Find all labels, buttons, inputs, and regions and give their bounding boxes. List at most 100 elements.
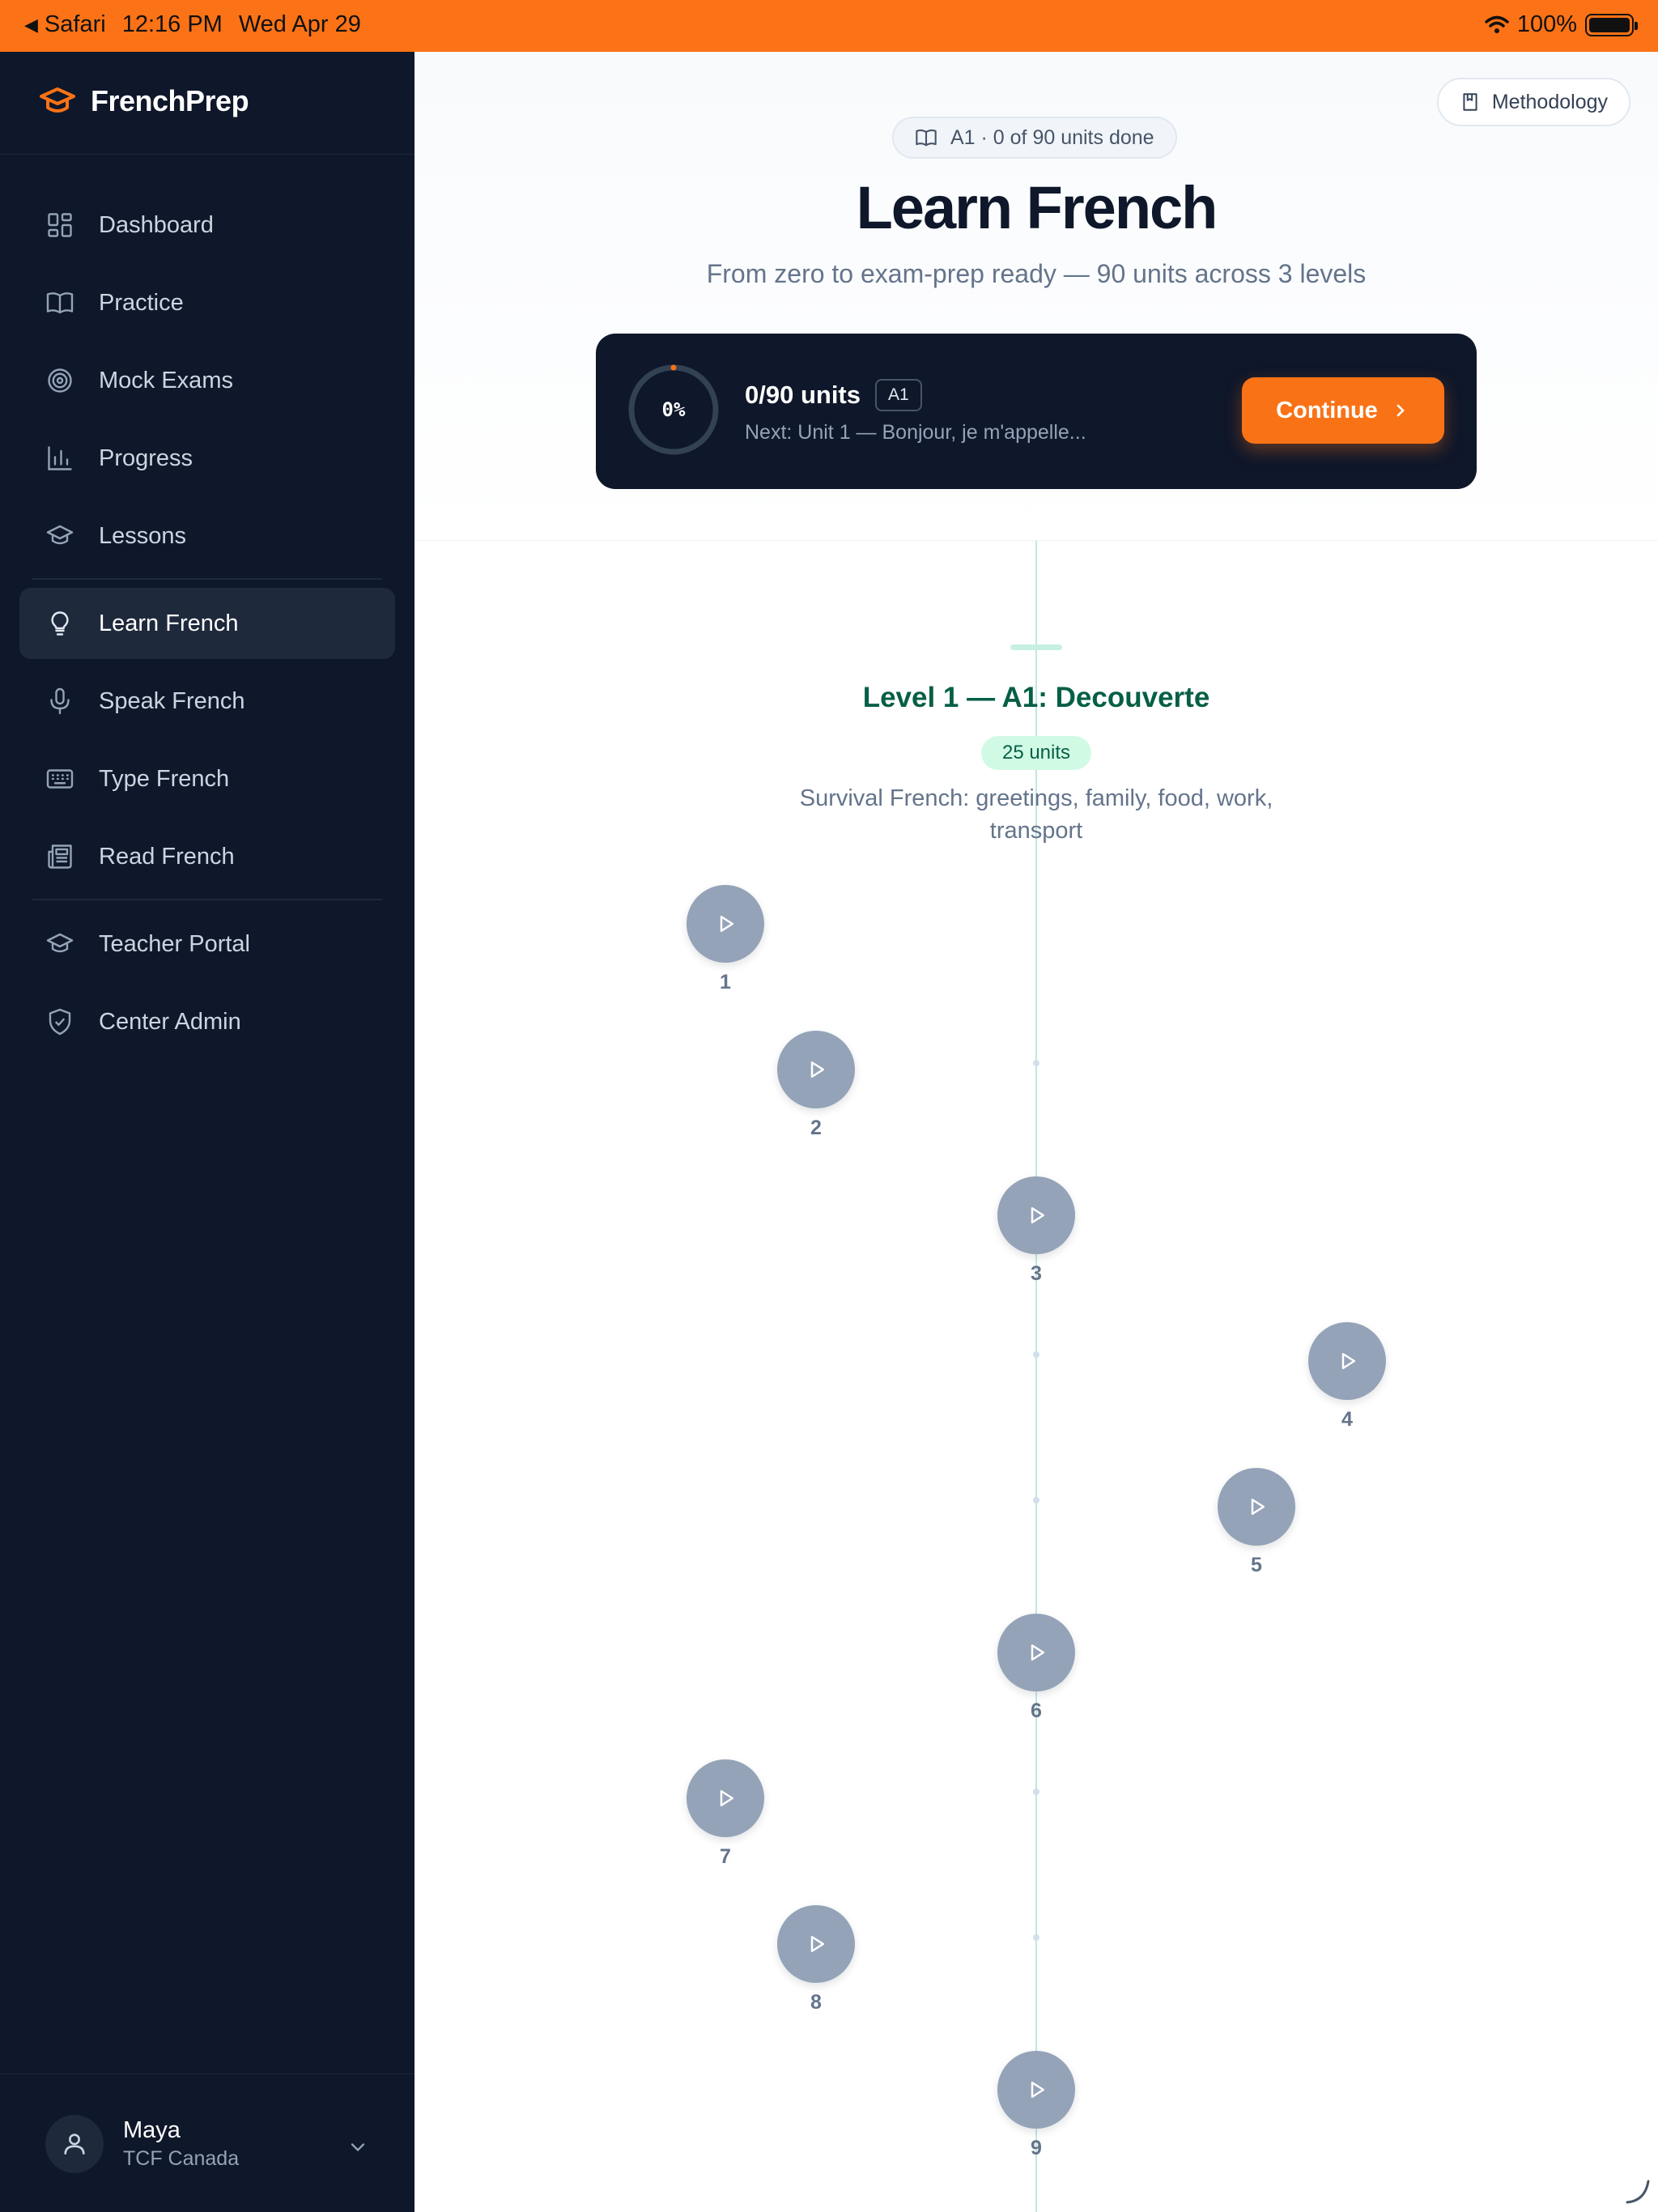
progress-percent: 0% [661, 398, 686, 421]
book-open-icon [46, 292, 74, 314]
play-icon [1251, 1499, 1265, 1515]
unit-number: 6 [1031, 1699, 1042, 1722]
sidebar-item-learn-french[interactable]: Learn French [19, 588, 395, 659]
unit-number: 8 [810, 1991, 822, 2014]
play-icon [1031, 2082, 1044, 2098]
play-icon [1341, 1353, 1355, 1369]
clock: 12:16 PM [121, 11, 223, 37]
sidebar-item-label: Read French [99, 843, 235, 870]
sidebar-item-dashboard[interactable]: Dashboard [19, 189, 395, 261]
unit-node[interactable] [687, 1759, 764, 1837]
back-app-label[interactable]: Safari [45, 11, 106, 38]
sidebar-item-lessons[interactable]: Lessons [19, 500, 395, 572]
bar-chart-icon [48, 446, 72, 470]
path-dot [1033, 1934, 1039, 1941]
graduation-cap-icon [46, 525, 74, 545]
chevron-right-icon [1397, 404, 1405, 417]
sidebar-item-practice[interactable]: Practice [19, 267, 395, 338]
sidebar-item-progress[interactable]: Progress [19, 423, 395, 494]
unit-node[interactable] [1308, 1322, 1386, 1400]
page-title: Learn French [856, 174, 1218, 241]
sidebar-item-label: Speak French [99, 687, 245, 714]
wifi-icon [1485, 15, 1509, 33]
continue-button[interactable]: Continue [1242, 377, 1444, 444]
sidebar-item-mock-exams[interactable]: Mock Exams [19, 345, 395, 416]
unit-number: 4 [1341, 1408, 1353, 1431]
lightbulb-icon [51, 611, 69, 636]
status-bar: ◀ Safari 12:16 PM Wed Apr 29 100% [0, 0, 1658, 52]
play-icon [1031, 1207, 1044, 1223]
graduation-cap-logo-icon [40, 87, 75, 113]
sidebar-item-label: Learn French [99, 610, 239, 636]
shield-check-icon [49, 1008, 71, 1036]
play-icon [810, 1936, 824, 1952]
unit-number: 3 [1031, 1262, 1042, 1285]
level-units-badge: 25 units [981, 736, 1091, 770]
nav-divider [32, 578, 382, 580]
sidebar-item-label: Progress [99, 445, 193, 471]
divider [0, 154, 414, 155]
unit-node[interactable] [997, 1614, 1075, 1691]
avatar[interactable] [45, 2115, 104, 2173]
level-title: Level 1 — A1: Decouverte [862, 682, 1210, 713]
chevron-down-icon[interactable] [346, 2136, 369, 2159]
page-subtitle: From zero to exam-prep ready — 90 units … [706, 259, 1367, 288]
level-badge: A1 [875, 379, 922, 411]
progress-card: 0% 0/90 units A1 Next: Unit 1 — Bonjour,… [596, 334, 1477, 489]
target-icon [48, 368, 72, 393]
back-arrow-icon[interactable]: ◀ [24, 15, 38, 36]
play-icon [720, 916, 733, 932]
sidebar-item-label: Mock Exams [99, 367, 233, 393]
newspaper-icon [48, 844, 72, 869]
sidebar-item-speak-french[interactable]: Speak French [19, 666, 395, 737]
keyboard-icon [46, 769, 74, 789]
methodology-label: Methodology [1491, 90, 1608, 113]
next-unit: Next: Unit 1 — Bonjour, je m'appelle... [745, 421, 1086, 444]
sidebar-nav: Dashboard Practice Mock Exams Progress L… [19, 189, 395, 1064]
graduation-cap-icon [46, 933, 74, 953]
unit-node[interactable] [777, 1031, 855, 1108]
resize-handle-icon[interactable] [1624, 2178, 1652, 2206]
sidebar-item-read-french[interactable]: Read French [19, 821, 395, 892]
book-open-icon [916, 129, 937, 147]
sidebar-item-center-admin[interactable]: Center Admin [19, 986, 395, 1057]
user-subtitle: TCF Canada [123, 2147, 240, 2170]
methodology-button[interactable]: Methodology [1436, 78, 1630, 126]
brand-name: FrenchPrep [91, 84, 249, 117]
unit-number: 7 [720, 1845, 731, 1868]
book-icon [1463, 93, 1477, 111]
unit-node[interactable] [687, 885, 764, 963]
path-dot [1033, 1497, 1039, 1504]
unit-node[interactable] [777, 1905, 855, 1983]
dashboard-icon [48, 213, 72, 237]
hero-header: Methodology A1 · 0 of 90 units done Lear… [414, 52, 1658, 541]
sidebar-item-label: Teacher Portal [99, 930, 250, 957]
microphone-icon [50, 687, 70, 715]
units-count: 0/90 units [745, 381, 861, 409]
battery-icon [1585, 13, 1638, 36]
user-menu[interactable]: Maya TCF Canada [45, 2115, 239, 2173]
unit-node[interactable] [997, 1176, 1075, 1254]
unit-number: 1 [720, 971, 731, 993]
date: Wed Apr 29 [238, 11, 361, 37]
unit-number: 2 [810, 1117, 822, 1139]
level-description: Survival French: greetings, family, food… [799, 785, 1273, 844]
path-dot [1033, 1789, 1039, 1795]
sidebar: FrenchPrep Dashboard Practice Mock Exams… [0, 52, 414, 2212]
pill-text: A1 · 0 of 90 units done [950, 125, 1154, 149]
user-icon [64, 2133, 85, 2155]
unit-node[interactable] [1218, 1468, 1295, 1546]
brand-logo[interactable]: FrenchPrep [39, 84, 249, 118]
sidebar-item-teacher-portal[interactable]: Teacher Portal [19, 908, 395, 980]
sidebar-item-type-french[interactable]: Type French [19, 743, 395, 815]
level-marker [1010, 644, 1062, 650]
sidebar-item-label: Dashboard [99, 211, 214, 238]
unit-number: 5 [1251, 1554, 1262, 1576]
sidebar-item-label: Type French [99, 765, 230, 792]
play-icon [720, 1790, 733, 1806]
sidebar-item-label: Practice [99, 289, 184, 316]
unit-number: 9 [1031, 2137, 1042, 2159]
user-name: Maya [123, 2117, 181, 2143]
unit-node[interactable] [997, 2051, 1075, 2129]
battery-percent: 100% [1516, 11, 1577, 37]
